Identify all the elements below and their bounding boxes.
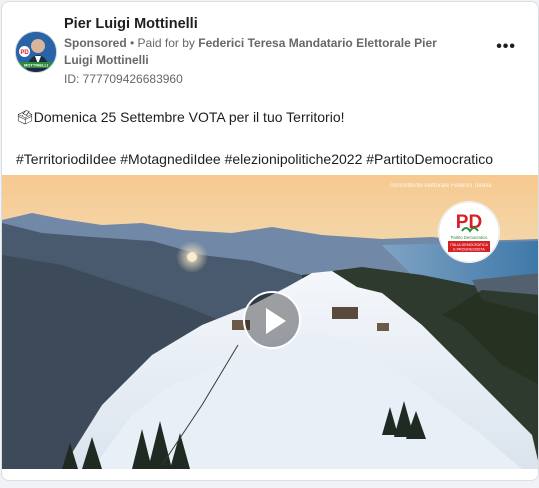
sponsor-info: Sponsored • Paid for by Federici Teresa …	[64, 35, 459, 69]
post-header: PD MOTTINELLI Pier Luigi Mottinelli Spon…	[2, 2, 538, 97]
pd-logo-caption: Partito Democratico	[451, 235, 488, 240]
avatar-badge: PD	[20, 50, 29, 56]
ad-card: PD MOTTINELLI Pier Luigi Mottinelli Spon…	[1, 1, 539, 481]
pd-logo: PD Partito Democratico ITALIA DEMOCRATIC…	[438, 201, 500, 263]
avatar-image: PD MOTTINELLI	[16, 32, 56, 72]
sponsored-label: Sponsored	[64, 36, 127, 50]
play-icon	[266, 308, 286, 334]
post-text-line-1: 🗳Domenica 25 Settembre VOTA per il tuo T…	[16, 109, 345, 125]
more-options-icon[interactable]: •••	[496, 39, 516, 55]
avatar-caption: MOTTINELLI	[24, 63, 48, 68]
author-name[interactable]: Pier Luigi Mottinelli	[64, 16, 198, 32]
post-hashtags[interactable]: #TerritoriodiIdee #MotagnediIdee #elezio…	[16, 151, 493, 167]
paid-for-prefix: • Paid for by	[126, 36, 199, 50]
play-button[interactable]	[243, 291, 301, 349]
pd-logo-subcaption-2: E PROGRESSISTA	[453, 248, 485, 252]
pd-logo-image: PD Partito Democratico ITALIA DEMOCRATIC…	[438, 201, 500, 263]
ad-id: ID: 777709426683960	[64, 72, 183, 86]
video-watermark: committente elettorale Federici Teresa	[390, 183, 492, 189]
avatar[interactable]: PD MOTTINELLI	[15, 31, 57, 73]
pd-logo-subcaption-1: ITALIA DEMOCRATICA	[450, 243, 488, 247]
